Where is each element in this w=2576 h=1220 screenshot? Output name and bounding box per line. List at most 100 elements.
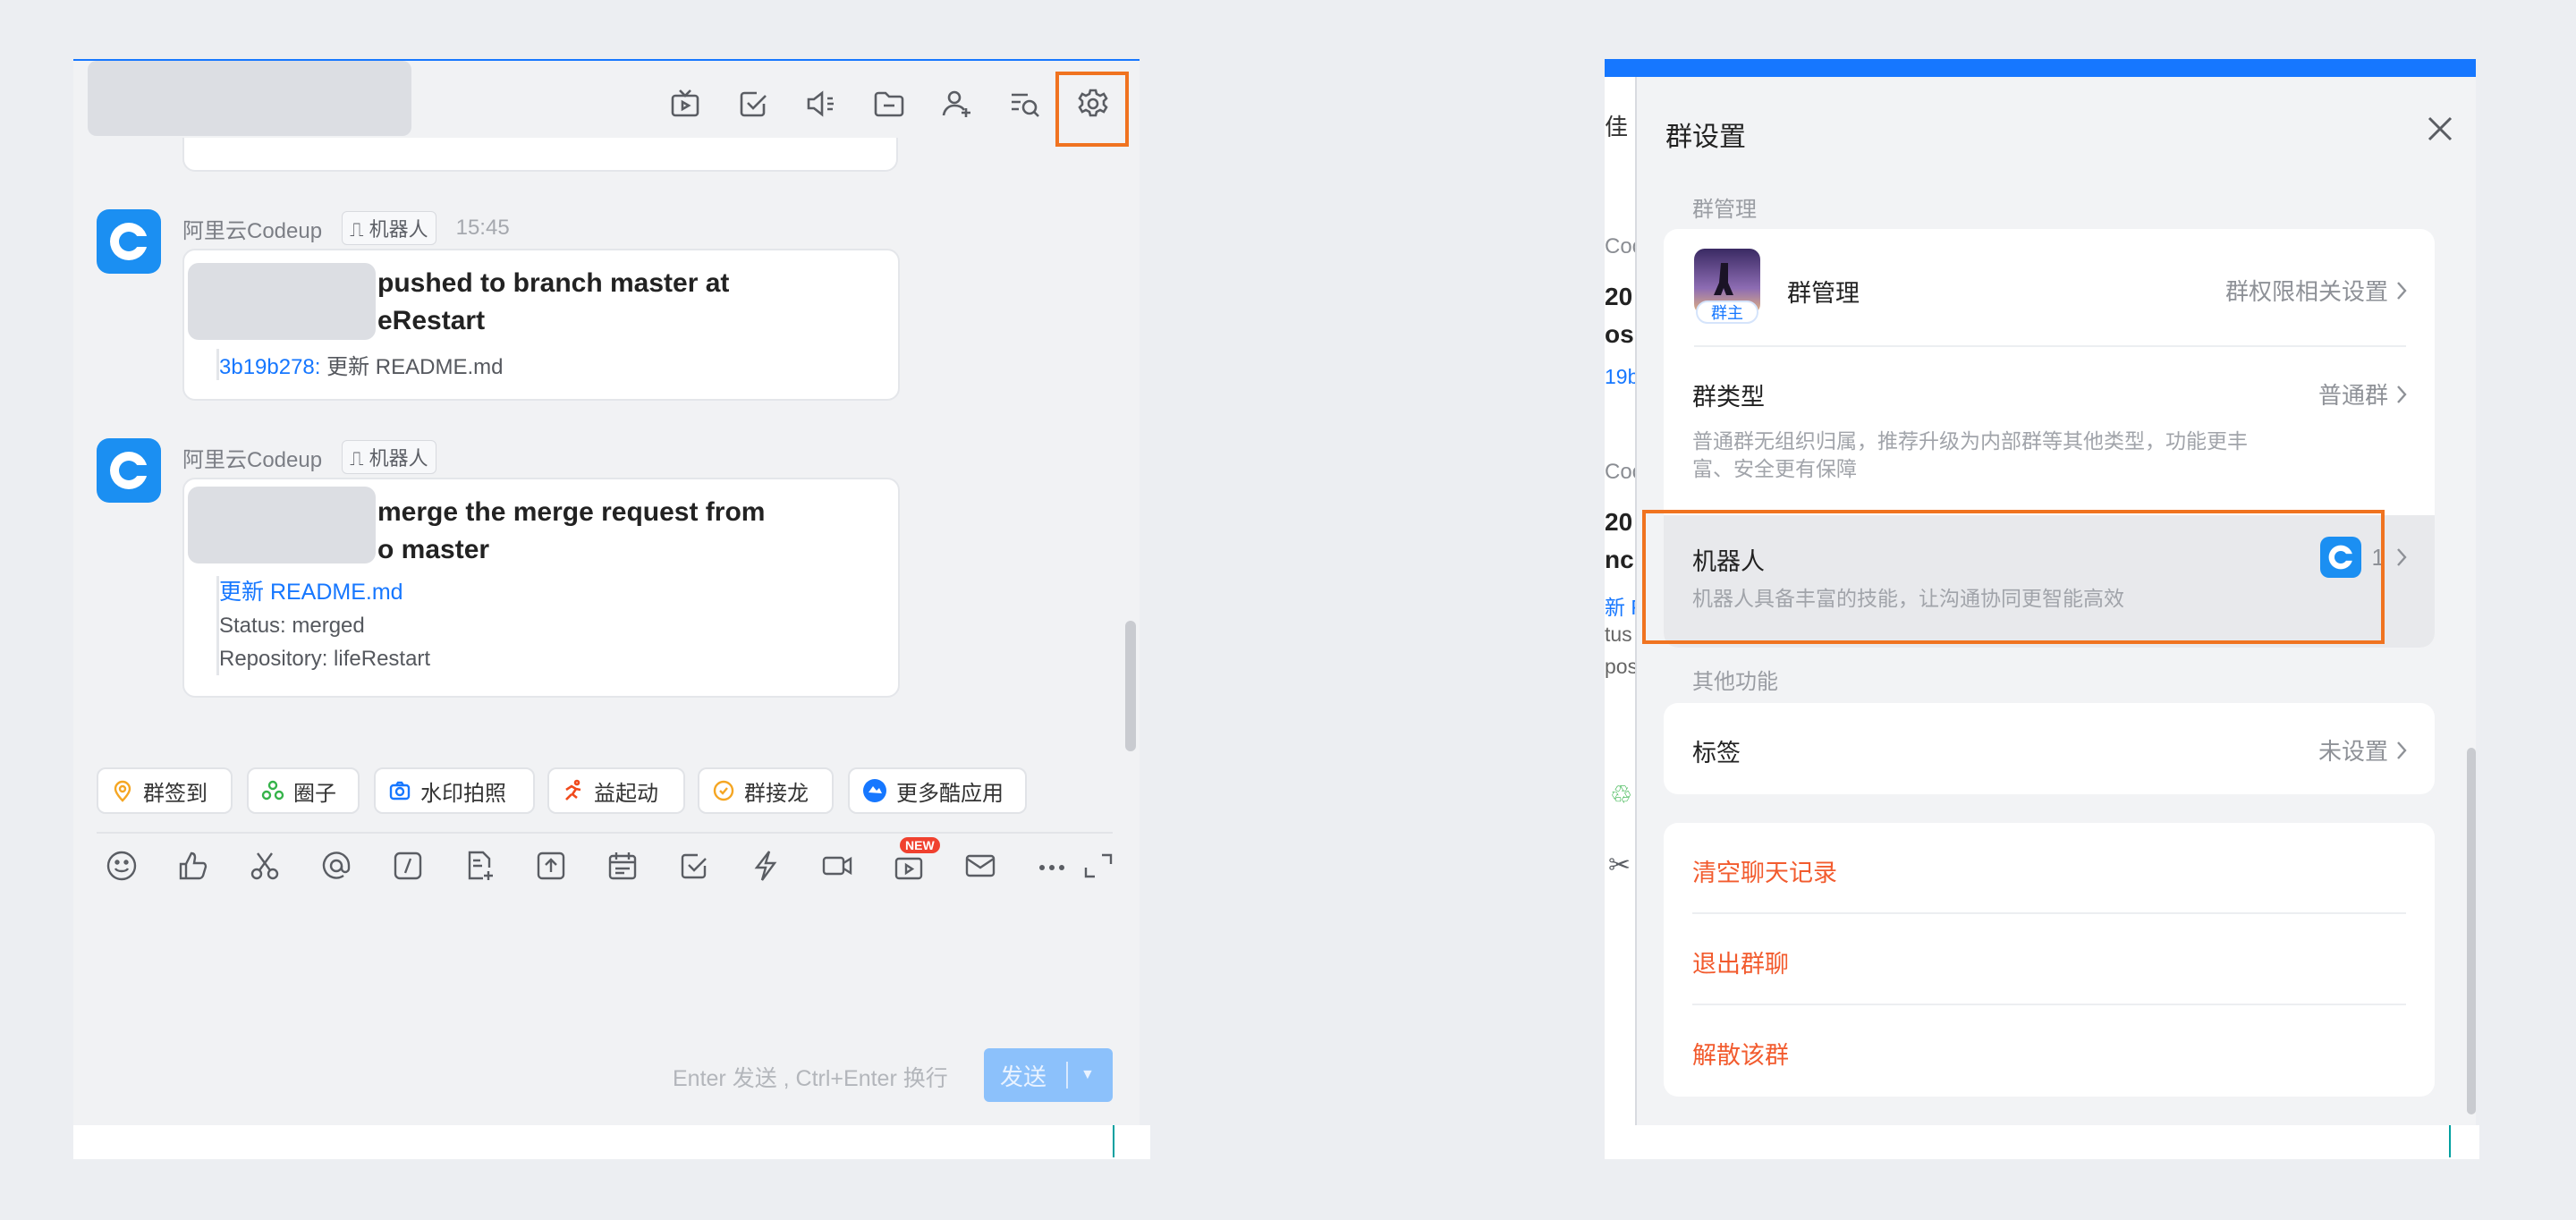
slash-command-icon[interactable] [390, 848, 426, 884]
mail-icon[interactable] [962, 848, 998, 884]
scissors-icon[interactable] [247, 848, 283, 884]
app-chip-circle[interactable]: 圈子 [247, 767, 360, 814]
chevron-right-icon [2395, 740, 2408, 761]
commit-separator: : [314, 355, 321, 379]
expand-icon[interactable] [1080, 848, 1116, 884]
message-title-line1: merge the merge request from [377, 497, 766, 527]
app-chip-watermark-camera[interactable]: 水印拍照 [374, 767, 535, 814]
message-card[interactable]: pushed to branch master at eRestart 3b19… [182, 249, 900, 401]
message-card[interactable]: merge the merge request from o master 更新… [182, 478, 900, 698]
message-title-line1: pushed to branch master at [377, 268, 730, 298]
readme-link[interactable]: 更新 README.md [219, 576, 430, 609]
redacted-block [188, 263, 376, 340]
app-chip-label: 更多酷应用 [896, 781, 1004, 806]
row-divider [1692, 1004, 2406, 1005]
message-time: 15:45 [455, 216, 510, 240]
voice-icon[interactable] [803, 86, 839, 122]
app-chip-label: 水印拍照 [420, 781, 506, 806]
input-hint: Enter 发送 , Ctrl+Enter 换行 [673, 1066, 948, 1091]
tag-row-value: 未设置 [2318, 738, 2388, 765]
task-check-icon[interactable] [676, 848, 712, 884]
behind-text: pos [1605, 655, 1639, 678]
checkbox-icon[interactable] [735, 86, 771, 122]
sender-name[interactable]: 阿里云Codeup [182, 213, 322, 244]
previous-message-card [182, 138, 898, 172]
leave-group-button[interactable]: 退出群聊 [1692, 945, 1789, 979]
manage-row[interactable]: 群权限相关设置 [2225, 274, 2408, 307]
message-meta: 阿里云Codeup ⎍ 机器人 15:45 [182, 211, 510, 245]
row-divider [1694, 345, 2406, 347]
right-underlying-edge [2449, 1125, 2451, 1157]
chat-title-redacted [88, 61, 411, 136]
group-settings-drawer: 群设置 群管理 群主 群管理 群权限相关设置 群类型 普通群 普通群无组织归属，… [1635, 77, 2476, 1125]
commit-hash-link[interactable]: 3b19b278 [219, 355, 315, 379]
folder-icon[interactable] [871, 86, 907, 122]
circle-group-icon [261, 779, 284, 802]
location-pin-icon [111, 779, 134, 802]
tag-row[interactable]: 标签 未设置 [1664, 703, 2435, 794]
tag-row-label: 标签 [1692, 740, 1741, 767]
send-split-divider [1066, 1062, 1068, 1089]
left-underlying-window [73, 1125, 1150, 1159]
app-chip-relay[interactable]: 群接龙 [698, 767, 834, 814]
group-type-desc-line2: 富、安全更有保障 [1692, 457, 1857, 480]
calendar-icon[interactable] [605, 848, 640, 884]
live-icon[interactable] [891, 848, 927, 884]
message-title-line2: o master [377, 535, 490, 564]
merge-status: Status: merged [219, 614, 365, 638]
sender-name[interactable]: 阿里云Codeup [182, 442, 322, 473]
send-button[interactable]: 发送 ▼ [984, 1048, 1113, 1102]
commit-line: 3b19b278: 更新 README.md [216, 349, 503, 380]
robot-row-highlight-box [1642, 510, 2385, 644]
close-icon[interactable] [2424, 113, 2456, 145]
left-underlying-edge [1113, 1125, 1114, 1157]
doc-add-icon[interactable] [462, 848, 497, 884]
danger-actions-panel: 清空聊天记录 退出群聊 解散该群 [1664, 823, 2435, 1097]
at-icon[interactable] [318, 848, 354, 884]
more-icon[interactable] [1034, 848, 1070, 884]
behind-text: 20 [1605, 508, 1633, 536]
dissolve-group-button[interactable]: 解散该群 [1692, 1036, 1789, 1071]
message-meta: 阿里云Codeup ⎍ 机器人 [182, 440, 436, 474]
group-type-row[interactable]: 普通群 [2318, 377, 2408, 411]
behind-text: tus [1605, 623, 1632, 646]
clear-history-button[interactable]: 清空聊天记录 [1692, 853, 1837, 888]
app-chip-more-apps[interactable]: 更多酷应用 [848, 767, 1027, 814]
flash-icon[interactable] [748, 848, 784, 884]
app-chip-group-checkin[interactable]: 群签到 [97, 767, 233, 814]
emoji-icon[interactable] [104, 848, 140, 884]
app-chip-label: 益起动 [594, 781, 658, 806]
codeup-avatar[interactable] [97, 209, 161, 274]
send-options-icon[interactable]: ▼ [1080, 1067, 1095, 1083]
search-history-icon[interactable] [1007, 86, 1043, 122]
app-chip-label: 群签到 [143, 781, 208, 806]
video-call-icon[interactable] [819, 848, 855, 884]
message-title-line2: eRestart [377, 306, 486, 335]
app-chip-yiqidong[interactable]: 益起动 [547, 767, 685, 814]
app-chip-label: 圈子 [293, 781, 336, 806]
codeup-avatar[interactable] [97, 438, 161, 503]
running-icon [562, 779, 585, 802]
group-type-value: 普通群 [2318, 382, 2388, 409]
merge-repository: Repository: lifeRestart [219, 647, 431, 671]
behind-text: 20 [1605, 283, 1633, 310]
add-user-icon[interactable] [939, 86, 975, 122]
behind-text: 19b [1605, 365, 1640, 388]
toolbar-divider [97, 832, 1113, 834]
row-divider [1692, 912, 2406, 914]
robot-badge-label: 机器人 [369, 447, 428, 470]
more-apps-icon [862, 778, 887, 803]
scissors-icon: ✂ [1608, 851, 1631, 880]
tv-icon[interactable] [667, 86, 703, 122]
group-type-desc-line1: 普通群无组织归属，推荐升级为内部群等其他类型，功能更丰 [1692, 429, 2248, 453]
upload-icon[interactable] [533, 848, 569, 884]
owner-tag: 群主 [1696, 301, 1758, 324]
right-underlying-window [1605, 1125, 2479, 1159]
chat-scrollbar[interactable] [1125, 621, 1136, 751]
chat-window-with-settings: 佳 Coc 20 osi 19b Coc 20 nc 新 R tus pos ♲… [1605, 59, 2476, 1125]
settings-highlight-box [1055, 72, 1129, 147]
section-label-other: 其他功能 [1692, 670, 1778, 694]
drawer-scrollbar[interactable] [2467, 748, 2476, 1114]
merge-details: 更新 README.md Status: merged Repository: … [216, 576, 430, 675]
thumbs-up-icon[interactable] [175, 848, 211, 884]
